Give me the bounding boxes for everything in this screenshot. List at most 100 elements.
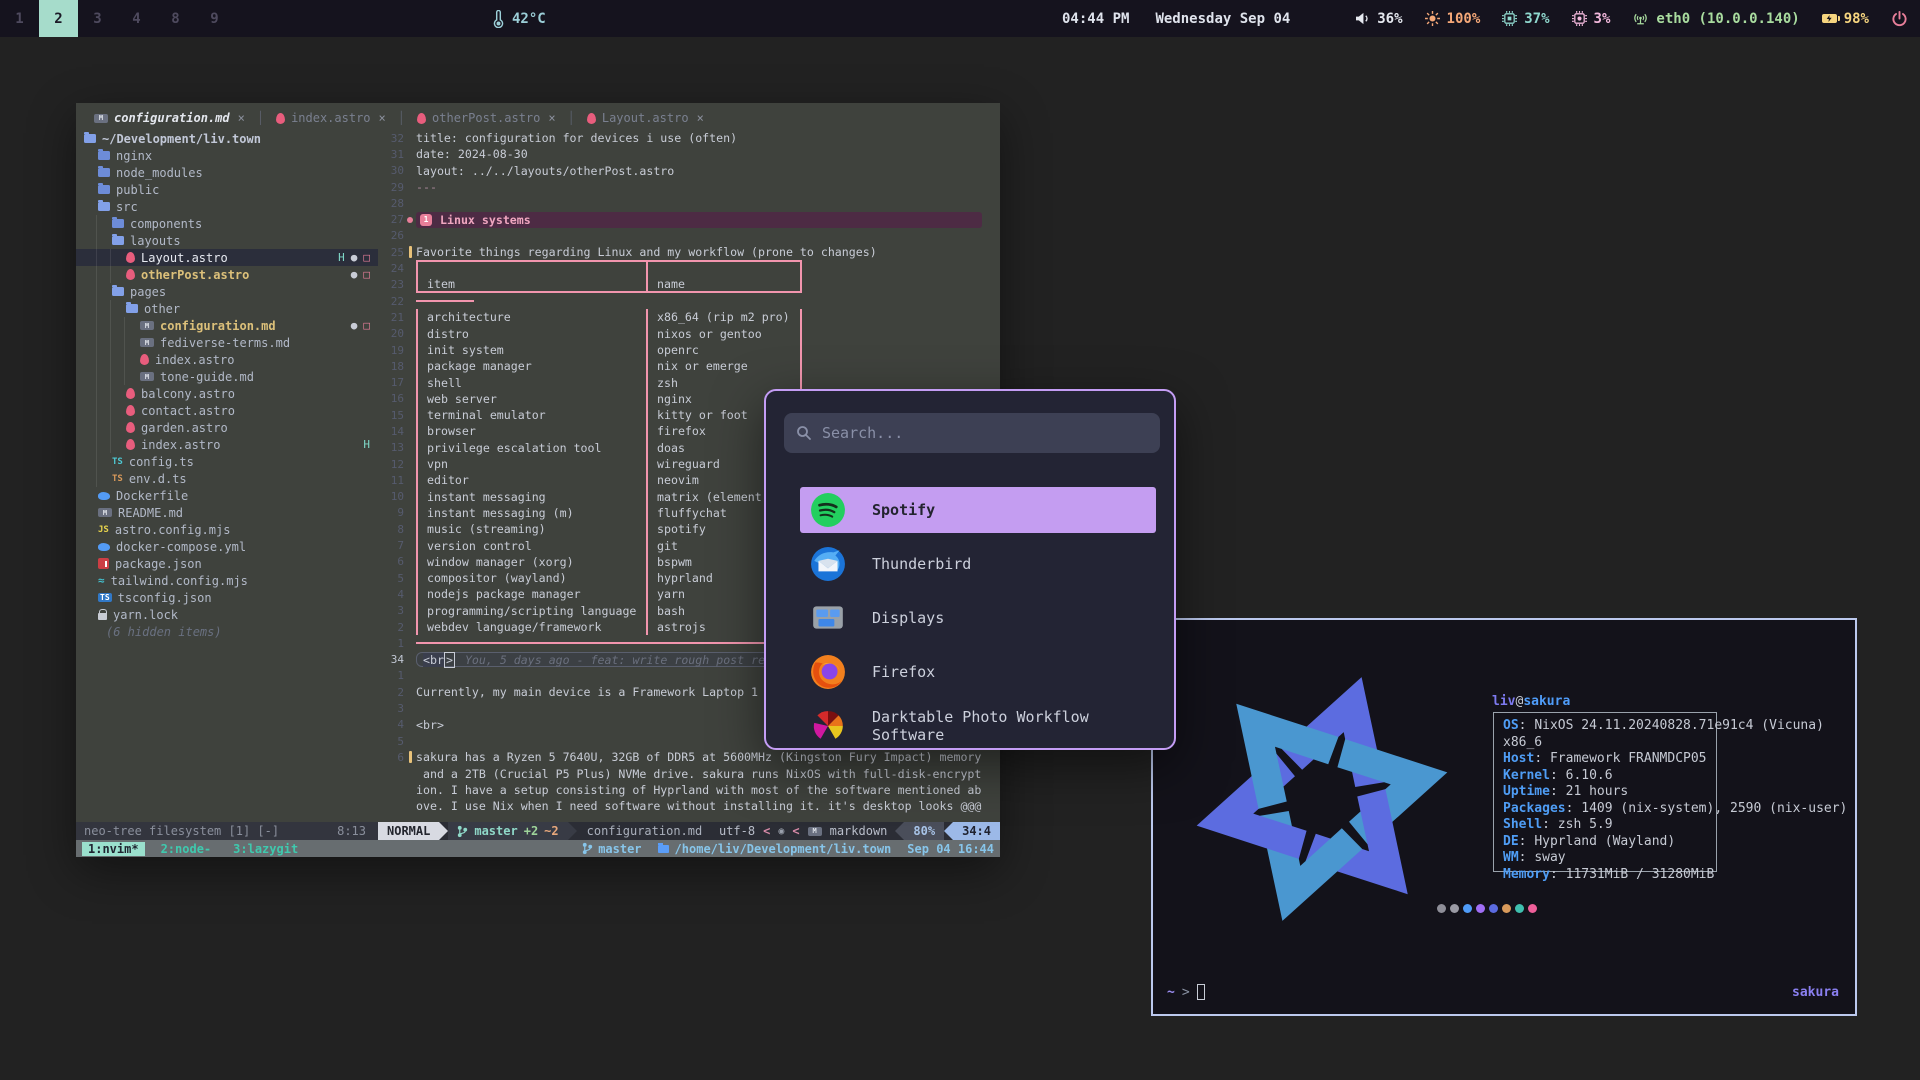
- fetch-field-value: Hyprland (Wayland): [1534, 834, 1675, 849]
- tree-item[interactable]: docker-compose.yml: [76, 538, 378, 555]
- launcher-search[interactable]: [784, 413, 1160, 453]
- launcher-item-Thunderbird[interactable]: Thunderbird: [800, 541, 1156, 587]
- tree-item[interactable]: yarn.lock: [76, 606, 378, 623]
- tsbox-icon: TS: [98, 593, 112, 602]
- power-module[interactable]: [1891, 10, 1908, 27]
- launcher-item-Darktable Photo Workflow Software[interactable]: Darktable Photo Workflow Software: [800, 703, 1156, 749]
- table-row: privilege escalation tooldoas: [416, 440, 802, 456]
- search-input[interactable]: [822, 424, 1122, 442]
- tmux-window-1:nvim*[interactable]: 1:nvim*: [82, 842, 145, 856]
- tree-item[interactable]: src: [76, 198, 378, 215]
- tree-item[interactable]: Mfediverse-terms.md: [76, 334, 378, 351]
- tree-item[interactable]: ≈tailwind.config.mjs: [76, 572, 378, 589]
- tree-item[interactable]: balcony.astro: [76, 385, 378, 402]
- nixos-logo: [1167, 634, 1477, 964]
- tab-Layout.astro[interactable]: Layout.astro×: [579, 111, 712, 125]
- palette-dot: [1502, 904, 1511, 913]
- tab-close-icon[interactable]: ×: [379, 111, 386, 125]
- tree-item[interactable]: index.astroH: [76, 436, 378, 453]
- tree-item[interactable]: TSconfig.ts: [76, 453, 378, 470]
- tree-item[interactable]: node_modules: [76, 164, 378, 181]
- status-mark: H: [338, 251, 345, 264]
- tab-close-icon[interactable]: ×: [697, 111, 704, 125]
- palette-dot: [1476, 904, 1485, 913]
- tab-close-icon[interactable]: ×: [238, 111, 245, 125]
- palette-dot: [1528, 904, 1537, 913]
- launcher-item-Displays[interactable]: Displays: [800, 595, 1156, 641]
- line-content: init systemopenrc: [416, 342, 1000, 358]
- line-content: architecturex86_64 (rip m2 pro): [416, 309, 1000, 325]
- br-tag: <br: [423, 653, 444, 667]
- tree-item[interactable]: pages: [76, 283, 378, 300]
- workspace-3[interactable]: 3: [78, 0, 117, 37]
- tree-item[interactable]: TStsconfig.json: [76, 589, 378, 606]
- table-row: webdev language/frameworkastrojs: [416, 619, 802, 635]
- tree-item[interactable]: components: [76, 215, 378, 232]
- tree-item[interactable]: Mconfiguration.md●□: [76, 317, 378, 334]
- line-number: 9: [378, 506, 404, 519]
- line-content: distronixos or gentoo: [416, 326, 1000, 342]
- tree-item[interactable]: Mtone-guide.md: [76, 368, 378, 385]
- tab-separator: │: [257, 111, 264, 125]
- table-cell-item: init system: [418, 342, 648, 358]
- tree-item[interactable]: TSenv.d.ts: [76, 470, 378, 487]
- tab-close-icon[interactable]: ×: [548, 111, 555, 125]
- line-content: package managernix or emerge: [416, 358, 1000, 374]
- tree-item[interactable]: MREADME.md: [76, 504, 378, 521]
- tree-item[interactable]: other: [76, 300, 378, 317]
- astro-icon: [126, 269, 135, 280]
- top-status-bar: 123489 42°C 04:44 PM Wednesday Sep 04 36…: [0, 0, 1920, 37]
- tree-item[interactable]: nginx: [76, 147, 378, 164]
- tree-item[interactable]: layouts: [76, 232, 378, 249]
- line-number: 24: [378, 262, 404, 275]
- tree-item[interactable]: Dockerfile: [76, 487, 378, 504]
- tree-item[interactable]: Layout.astroH●□: [76, 249, 378, 266]
- git-status-marks: ●□: [351, 319, 370, 332]
- tree-item[interactable]: otherPost.astro●□: [76, 266, 378, 283]
- workspace-2[interactable]: 2: [39, 0, 78, 37]
- workspace-8[interactable]: 8: [156, 0, 195, 37]
- fetch-terminal-window[interactable]: liv@sakura OS: NixOS 24.11.20240828.71e9…: [1151, 618, 1857, 1016]
- tree-item[interactable]: garden.astro: [76, 419, 378, 436]
- line-content: itemname: [416, 277, 1000, 293]
- tree-item-label: public: [116, 183, 159, 197]
- table-cell-item: terminal emulator: [418, 407, 648, 423]
- tree-item[interactable]: package.json: [76, 555, 378, 572]
- line-number: 12: [378, 458, 404, 471]
- tree-item[interactable]: public: [76, 181, 378, 198]
- tab-index.astro[interactable]: index.astro×: [268, 111, 394, 125]
- tree-item[interactable]: index.astro: [76, 351, 378, 368]
- tree-item-label: src: [116, 200, 138, 214]
- sign-column: [404, 217, 416, 223]
- table-cell-item: privilege escalation tool: [418, 440, 648, 456]
- tree-item-label: nginx: [116, 149, 152, 163]
- tree-item[interactable]: JSastro.config.mjs: [76, 521, 378, 538]
- neotree-panel[interactable]: ~/Development/liv.town nginxnode_modulesp…: [76, 127, 378, 822]
- tmux-window-3:lazygit[interactable]: 3:lazygit: [227, 842, 304, 856]
- volume-module[interactable]: 36%: [1355, 11, 1402, 27]
- os-indicator-icon: ◉: [778, 826, 784, 837]
- fetch-field-value: sway: [1534, 850, 1565, 865]
- fetch-field: WM: sway: [1503, 850, 1855, 867]
- tab-otherPost.astro[interactable]: otherPost.astro×: [409, 111, 564, 125]
- tree-item[interactable]: contact.astro: [76, 402, 378, 419]
- shell-prompt[interactable]: ~ >: [1167, 984, 1205, 1000]
- workspace-9[interactable]: 9: [195, 0, 234, 37]
- workspace-1[interactable]: 1: [0, 0, 39, 37]
- indent-guide: [96, 368, 97, 385]
- tmux-window-2:node-[interactable]: 2:node-: [155, 842, 218, 856]
- tree-item[interactable]: ~/Development/liv.town: [76, 130, 378, 147]
- workspace-4[interactable]: 4: [117, 0, 156, 37]
- launcher-item-Spotify[interactable]: Spotify: [800, 487, 1156, 533]
- thunderbird-icon: [810, 546, 846, 582]
- tree-item-label: astro.config.mjs: [115, 523, 231, 537]
- line-number: 25: [378, 246, 404, 259]
- launcher-item-Firefox[interactable]: Firefox: [800, 649, 1156, 695]
- editor-line: 26: [378, 228, 1000, 244]
- line-content: ---: [416, 180, 1000, 194]
- git-status-marks: H: [363, 438, 370, 451]
- tab-configuration.md[interactable]: Mconfiguration.md×: [86, 111, 253, 125]
- editor-line: ion. I have a setup consisting of Hyprla…: [378, 782, 1000, 798]
- palette-dot: [1463, 904, 1472, 913]
- tree-item[interactable]: (6 hidden items): [76, 623, 378, 640]
